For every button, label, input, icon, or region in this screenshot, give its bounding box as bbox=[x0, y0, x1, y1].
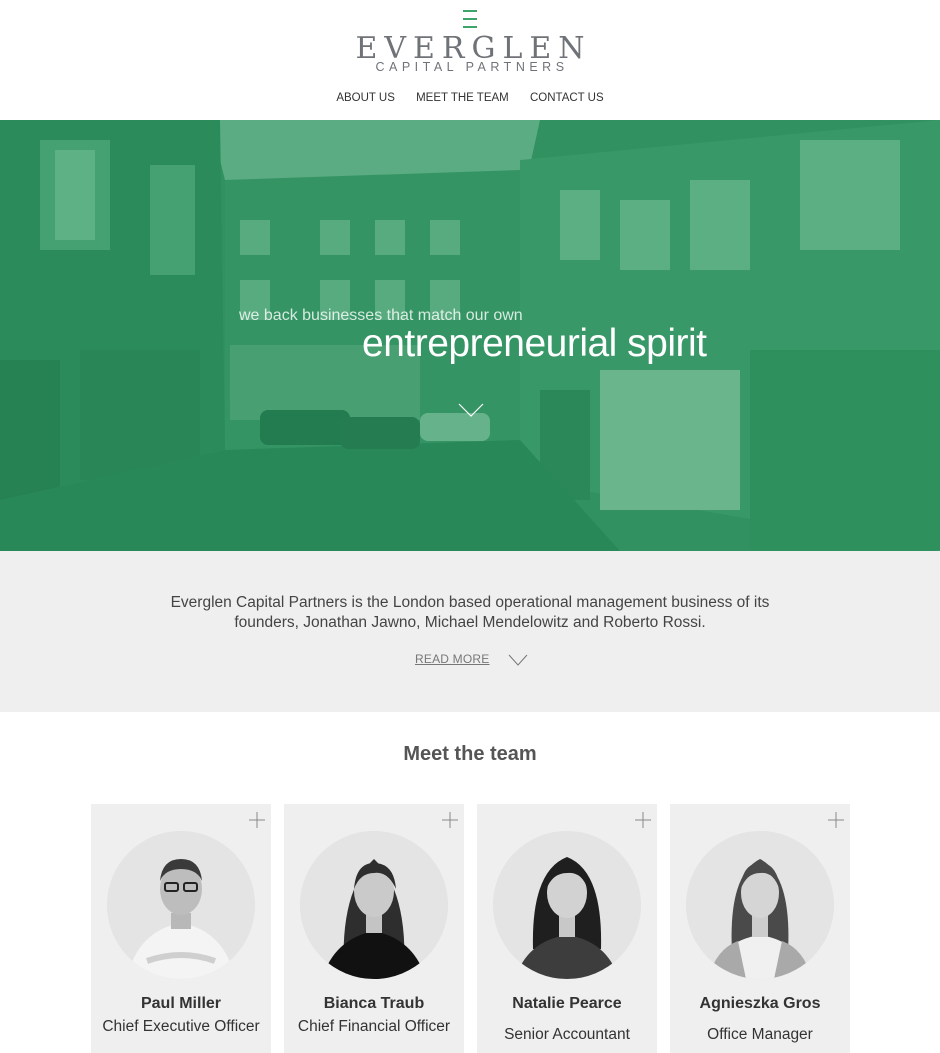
plus-icon[interactable] bbox=[248, 811, 266, 829]
avatar bbox=[300, 831, 448, 979]
logo-icon[interactable] bbox=[463, 10, 477, 30]
read-more-link[interactable]: READ MORE bbox=[415, 652, 489, 666]
plus-icon[interactable] bbox=[634, 811, 652, 829]
team-member-role: Office Manager bbox=[707, 1026, 813, 1043]
team-member-name: Natalie Pearce bbox=[512, 995, 622, 1012]
team-card[interactable]: Natalie Pearce Senior Accountant bbox=[477, 804, 657, 1053]
nav-contact-us[interactable]: CONTACT US bbox=[530, 92, 604, 104]
team-member-name: Paul Miller bbox=[140, 995, 222, 1012]
intro-section: Everglen Capital Partners is the London … bbox=[0, 551, 940, 712]
plus-icon[interactable] bbox=[441, 811, 459, 829]
nav-meet-the-team[interactable]: MEET THE TEAM bbox=[416, 92, 509, 104]
avatar bbox=[493, 831, 641, 979]
chevron-down-icon[interactable] bbox=[508, 654, 528, 666]
team-member-name: Agnieszka Gros bbox=[699, 995, 821, 1012]
hero-banner: we back businesses that match our own en… bbox=[0, 120, 940, 551]
plus-icon[interactable] bbox=[827, 811, 845, 829]
team-card[interactable]: Paul Miller Chief Executive Officer bbox=[91, 804, 271, 1053]
avatar bbox=[107, 831, 255, 979]
site-header: EVERGLEN CAPITAL PARTNERS ABOUT US MEET … bbox=[0, 0, 940, 120]
logo-tagline: CAPITAL PARTNERS bbox=[375, 60, 569, 74]
avatar bbox=[686, 831, 834, 979]
nav-about-us[interactable]: ABOUT US bbox=[336, 92, 395, 104]
hero-heading: entrepreneurial spirit bbox=[362, 322, 707, 365]
team-card[interactable]: Agnieszka Gros Office Manager bbox=[670, 804, 850, 1053]
team-card[interactable]: Bianca Traub Chief Financial Officer bbox=[284, 804, 464, 1053]
team-member-name: Bianca Traub bbox=[323, 995, 425, 1012]
team-member-role: Senior Accountant bbox=[504, 1026, 630, 1043]
main-nav: ABOUT US MEET THE TEAM CONTACT US bbox=[0, 92, 940, 104]
team-member-role: Chief Financial Officer bbox=[297, 1018, 451, 1035]
team-member-role: Chief Executive Officer bbox=[102, 1018, 260, 1035]
team-section-title: Meet the team bbox=[403, 743, 537, 765]
intro-text: Everglen Capital Partners is the London … bbox=[170, 594, 770, 631]
chevron-down-icon[interactable] bbox=[458, 402, 484, 418]
